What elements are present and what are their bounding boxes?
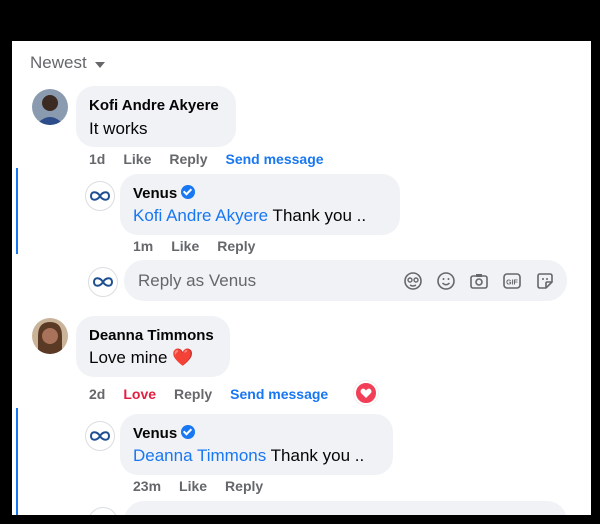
comment-age[interactable]: 2d bbox=[89, 386, 105, 402]
like-button[interactable]: Like bbox=[123, 151, 151, 167]
mention-link[interactable]: Kofi Andre Akyere bbox=[133, 206, 268, 225]
reply-text: Kofi Andre Akyere Thank you .. bbox=[133, 206, 366, 226]
send-message-button[interactable]: Send message bbox=[225, 151, 323, 167]
thread-line bbox=[16, 168, 18, 254]
comments-panel: Newest Kofi Andre Akyere It works 1d Lik… bbox=[12, 41, 591, 515]
camera-icon[interactable] bbox=[468, 270, 490, 292]
reply-age[interactable]: 1m bbox=[133, 238, 153, 254]
venus-logo-avatar bbox=[88, 267, 118, 297]
emoji-icon[interactable] bbox=[435, 270, 457, 292]
reply-placeholder: Reply as Venus bbox=[138, 270, 257, 290]
reply-text: Deanna Timmons Thank you .. bbox=[133, 446, 364, 466]
reply-author-name: Venus bbox=[133, 425, 178, 442]
thread-line bbox=[16, 408, 18, 515]
comment-author[interactable]: Deanna Timmons bbox=[89, 327, 214, 344]
reply-message: Thank you .. bbox=[268, 206, 367, 225]
mention-link[interactable]: Deanna Timmons bbox=[133, 446, 266, 465]
comment-bubble: Kofi Andre Akyere It works bbox=[76, 86, 236, 147]
like-button[interactable]: Like bbox=[179, 478, 207, 494]
love-reaction-icon[interactable] bbox=[354, 381, 378, 405]
venus-logo-avatar[interactable] bbox=[85, 181, 115, 211]
reply-actions: 1m Like Reply bbox=[133, 238, 273, 254]
infinity-icon bbox=[89, 191, 111, 201]
reply-author[interactable]: Venus bbox=[133, 185, 196, 202]
avatar[interactable] bbox=[32, 89, 68, 125]
reply-input[interactable] bbox=[124, 501, 567, 515]
gif-icon[interactable]: GIF bbox=[501, 270, 523, 292]
avatar-photo bbox=[32, 89, 68, 125]
reply-input[interactable]: Reply as Venus GIF bbox=[124, 260, 567, 301]
comment-age[interactable]: 1d bbox=[89, 151, 105, 167]
avatar-photo bbox=[32, 318, 68, 354]
comment-text: Love mine ❤️ bbox=[89, 348, 193, 368]
reply-message: Thank you .. bbox=[266, 446, 365, 465]
venus-logo-avatar bbox=[88, 507, 118, 515]
reply-button[interactable]: Reply bbox=[217, 238, 255, 254]
venus-logo-avatar[interactable] bbox=[85, 421, 115, 451]
reply-button[interactable]: Reply bbox=[169, 151, 207, 167]
reply-actions: 23m Like Reply bbox=[133, 478, 281, 494]
reply-author[interactable]: Venus bbox=[133, 425, 196, 442]
heart-icon bbox=[360, 388, 372, 398]
reply-button[interactable]: Reply bbox=[174, 386, 212, 402]
like-button[interactable]: Like bbox=[171, 238, 199, 254]
send-message-button[interactable]: Send message bbox=[230, 386, 328, 402]
reply-author-name: Venus bbox=[133, 185, 178, 202]
sort-label: Newest bbox=[30, 53, 87, 72]
verified-icon bbox=[181, 185, 196, 199]
avatar-sticker-icon[interactable] bbox=[402, 270, 424, 292]
comment-actions: 2d Love Reply Send message bbox=[89, 386, 346, 402]
comment-bubble: Deanna Timmons Love mine ❤️ bbox=[76, 316, 230, 377]
avatar[interactable] bbox=[32, 318, 68, 354]
comment-actions: 1d Like Reply Send message bbox=[89, 151, 342, 167]
comment-author[interactable]: Kofi Andre Akyere bbox=[89, 97, 219, 114]
reply-bubble: Venus Deanna Timmons Thank you .. bbox=[120, 414, 393, 475]
heart-emoji: ❤️ bbox=[172, 348, 194, 367]
infinity-icon bbox=[89, 431, 111, 441]
reply-button[interactable]: Reply bbox=[225, 478, 263, 494]
comment-text: It works bbox=[89, 119, 148, 138]
chevron-down-icon bbox=[94, 61, 105, 68]
sort-dropdown[interactable]: Newest bbox=[30, 53, 105, 73]
love-button[interactable]: Love bbox=[123, 386, 156, 402]
svg-text:GIF: GIF bbox=[506, 279, 518, 286]
reply-age[interactable]: 23m bbox=[133, 478, 161, 494]
sticker-icon[interactable] bbox=[534, 270, 556, 292]
infinity-icon bbox=[92, 277, 114, 287]
reply-bubble: Venus Kofi Andre Akyere Thank you .. bbox=[120, 174, 400, 235]
comment-message: Love mine bbox=[89, 348, 168, 367]
verified-icon bbox=[181, 425, 196, 439]
